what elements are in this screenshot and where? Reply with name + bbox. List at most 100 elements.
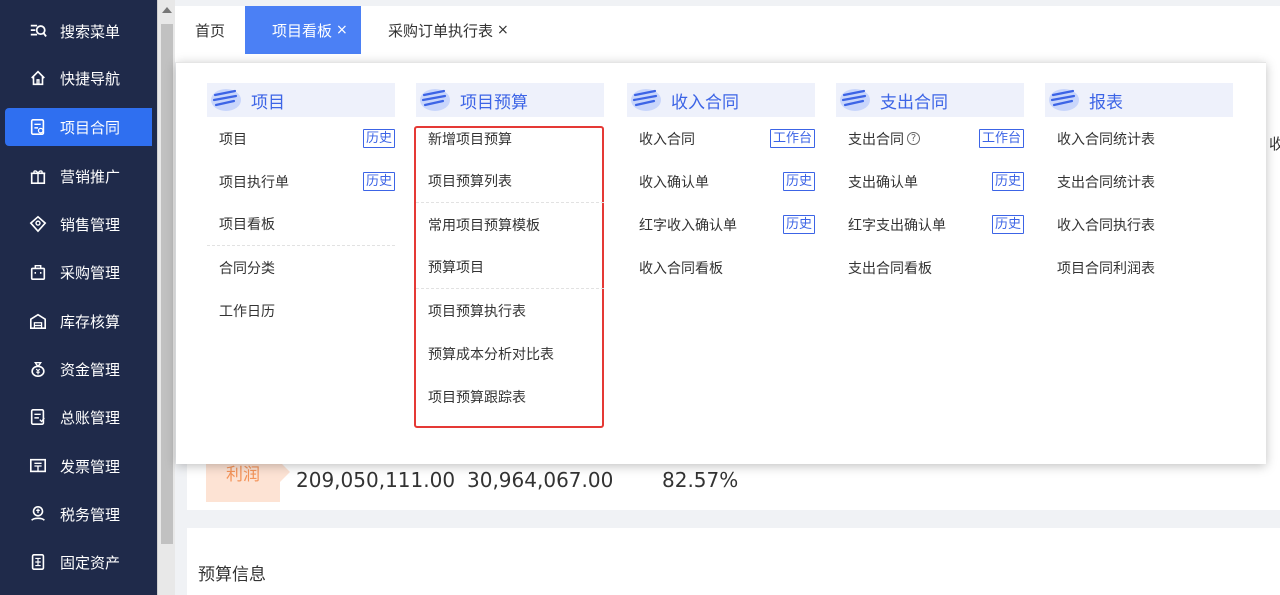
menu-column-3: 支出合同 支出合同? 工作台 支出确认单 历史 红字支出确认单 历史 支出合同看板 [836, 83, 1024, 289]
menu-item[interactable]: 收入确认单 历史 [627, 160, 815, 203]
menu-item-label: 预算成本分析对比表 [428, 346, 554, 363]
menu-item[interactable]: 新增项目预算 [416, 117, 604, 160]
menu-item-tag-button[interactable]: 历史 [782, 172, 815, 191]
menu-column-4: 报表收入合同统计表 支出合同统计表 收入合同执行表项目合同利润表 [1045, 83, 1233, 289]
menu-item-label: 项目预算跟踪表 [428, 389, 526, 406]
close-icon[interactable]: × [336, 22, 348, 38]
menu-item[interactable]: 收入合同统计表 [1045, 117, 1233, 160]
menu-item[interactable]: 支出合同? 工作台 [836, 117, 1024, 160]
menu-item[interactable]: 项目执行单 历史 [207, 160, 395, 203]
search-menu-icon [28, 21, 48, 41]
tab-purchase-order-report[interactable]: 采购订单执行表 × [378, 6, 519, 54]
budget-card [187, 528, 1280, 595]
menu-item-label: 合同分类 [219, 260, 275, 277]
menu-item[interactable]: 红字收入确认单 历史 [627, 203, 815, 246]
menu-item[interactable]: 收入合同看板 [627, 246, 815, 289]
menu-item-tag-button[interactable]: 历史 [362, 172, 395, 191]
sidebar-item-3[interactable]: 营销推广 [0, 157, 157, 195]
sidebar-item-10[interactable]: 税务管理 [0, 495, 157, 533]
sidebar: 搜索菜单快捷导航项目合同营销推广销售管理采购管理库存核算资金管理总账管理发票管理… [0, 0, 157, 595]
help-icon[interactable]: ? [907, 132, 920, 145]
sidebar-item-5[interactable]: 采购管理 [0, 253, 157, 291]
menu-item-label: 项目预算列表 [428, 174, 512, 190]
tab-home[interactable]: 首页 [185, 6, 235, 54]
menu-column-header: 项目预算 [416, 83, 604, 117]
tab-project-board[interactable]: 项目看板 × [245, 6, 361, 54]
menu-item[interactable]: 项目看板 [207, 203, 395, 246]
menu-column-title: 支出合同 [880, 92, 948, 113]
menu-item-label: 支出合同看板 [848, 260, 932, 277]
menu-item[interactable]: 预算成本分析对比表 [416, 332, 604, 375]
menu-item-label: 收入合同 [639, 131, 695, 148]
menu-item-tag-button[interactable]: 工作台 [978, 129, 1024, 148]
sidebar-item-6[interactable]: 库存核算 [0, 302, 157, 340]
menu-item[interactable]: 项目预算列表 [416, 160, 604, 203]
close-icon[interactable]: × [497, 22, 509, 38]
menu-item[interactable]: 收入合同 工作台 [627, 117, 815, 160]
menu-item[interactable]: 支出合同看板 [836, 246, 1024, 289]
sidebar-item-label: 快捷导航 [60, 69, 121, 88]
sidebar-item-label: 资金管理 [60, 360, 121, 379]
menu-item[interactable]: 预算项目 [416, 246, 604, 289]
menu-item[interactable]: 项目合同利润表 [1045, 246, 1233, 289]
menu-item[interactable]: 常用项目预算模板 [416, 203, 604, 246]
expense-contract-icon [836, 85, 880, 115]
sidebar-item-0[interactable]: 搜索菜单 [0, 12, 157, 50]
menu-item-tag-button[interactable]: 历史 [991, 172, 1024, 191]
menu-item[interactable]: 工作日历 [207, 289, 395, 332]
menu-item-label: 项目 [219, 131, 247, 148]
sidebar-item-label: 固定资产 [60, 553, 121, 572]
menu-item[interactable]: 合同分类 [207, 246, 395, 289]
warehouse-icon [28, 311, 48, 331]
menu-item-tag-button[interactable]: 工作台 [769, 129, 815, 148]
sidebar-scrollbar[interactable] [157, 0, 175, 595]
menu-item-label: 红字支出确认单 [848, 217, 946, 234]
project-icon [207, 85, 251, 115]
report-icon [1045, 85, 1089, 115]
sidebar-item-1[interactable]: 快捷导航 [0, 59, 157, 97]
menu-item[interactable]: 支出合同统计表 [1045, 160, 1233, 203]
column-header-fragment: 收 [1269, 135, 1280, 153]
menu-item[interactable]: 支出确认单 历史 [836, 160, 1024, 203]
ledger-icon [28, 407, 48, 427]
menu-item-label: 收入合同执行表 [1057, 217, 1155, 234]
menu-item-tag-button[interactable]: 历史 [362, 129, 395, 148]
menu-column-title: 项目 [251, 92, 285, 113]
menu-item[interactable]: 项目预算跟踪表 [416, 375, 604, 418]
menu-item-tag-button[interactable]: 历史 [782, 215, 815, 234]
income-contract-icon [627, 85, 671, 115]
menu-item[interactable]: 项目 历史 [207, 117, 395, 160]
menu-item[interactable]: 收入合同执行表 [1045, 203, 1233, 246]
sidebar-item-7[interactable]: 资金管理 [0, 350, 157, 388]
menu-item-label: 工作日历 [219, 303, 275, 320]
menu-item-tag-button[interactable]: 历史 [991, 215, 1024, 234]
sidebar-item-label: 销售管理 [60, 215, 121, 234]
menu-item-label: 收入合同统计表 [1057, 131, 1155, 148]
sidebar-item-9[interactable]: 发票管理 [0, 447, 157, 485]
sidebar-item-2[interactable]: 项目合同 [5, 108, 152, 146]
scroll-up-arrow-icon[interactable] [162, 7, 172, 13]
sidebar-item-label: 税务管理 [60, 505, 121, 524]
menu-item-label: 支出确认单 [848, 174, 918, 191]
menu-item-label: 预算项目 [428, 260, 484, 276]
menu-item-label: 支出合同统计表 [1057, 174, 1155, 191]
menu-item-label: 收入合同看板 [639, 260, 723, 277]
menu-item[interactable]: 项目预算执行表 [416, 289, 604, 332]
profit-percent: 82.57% [662, 468, 739, 492]
menu-item[interactable]: 红字支出确认单 历史 [836, 203, 1024, 246]
sidebar-item-11[interactable]: 固定资产 [0, 543, 157, 581]
sales-icon [28, 214, 48, 234]
menu-item-label: 项目看板 [219, 217, 275, 233]
sidebar-item-8[interactable]: 总账管理 [0, 398, 157, 436]
budget-info-title: 预算信息 [198, 565, 266, 585]
menu-column-0: 项目 项目 历史 项目执行单 历史 项目看板 合同分类 工作日历 [207, 83, 395, 332]
scroll-thumb[interactable] [161, 24, 173, 544]
menu-column-header: 收入合同 [627, 83, 815, 117]
sidebar-item-4[interactable]: 销售管理 [0, 205, 157, 243]
menu-column-header: 报表 [1045, 83, 1233, 117]
asset-icon [28, 552, 48, 572]
menu-column-title: 报表 [1089, 92, 1123, 113]
sidebar-item-label: 发票管理 [60, 457, 121, 476]
menu-column-header: 项目 [207, 83, 395, 117]
tab-bar: 首页 项目看板 × 采购订单执行表 × [175, 0, 1280, 62]
